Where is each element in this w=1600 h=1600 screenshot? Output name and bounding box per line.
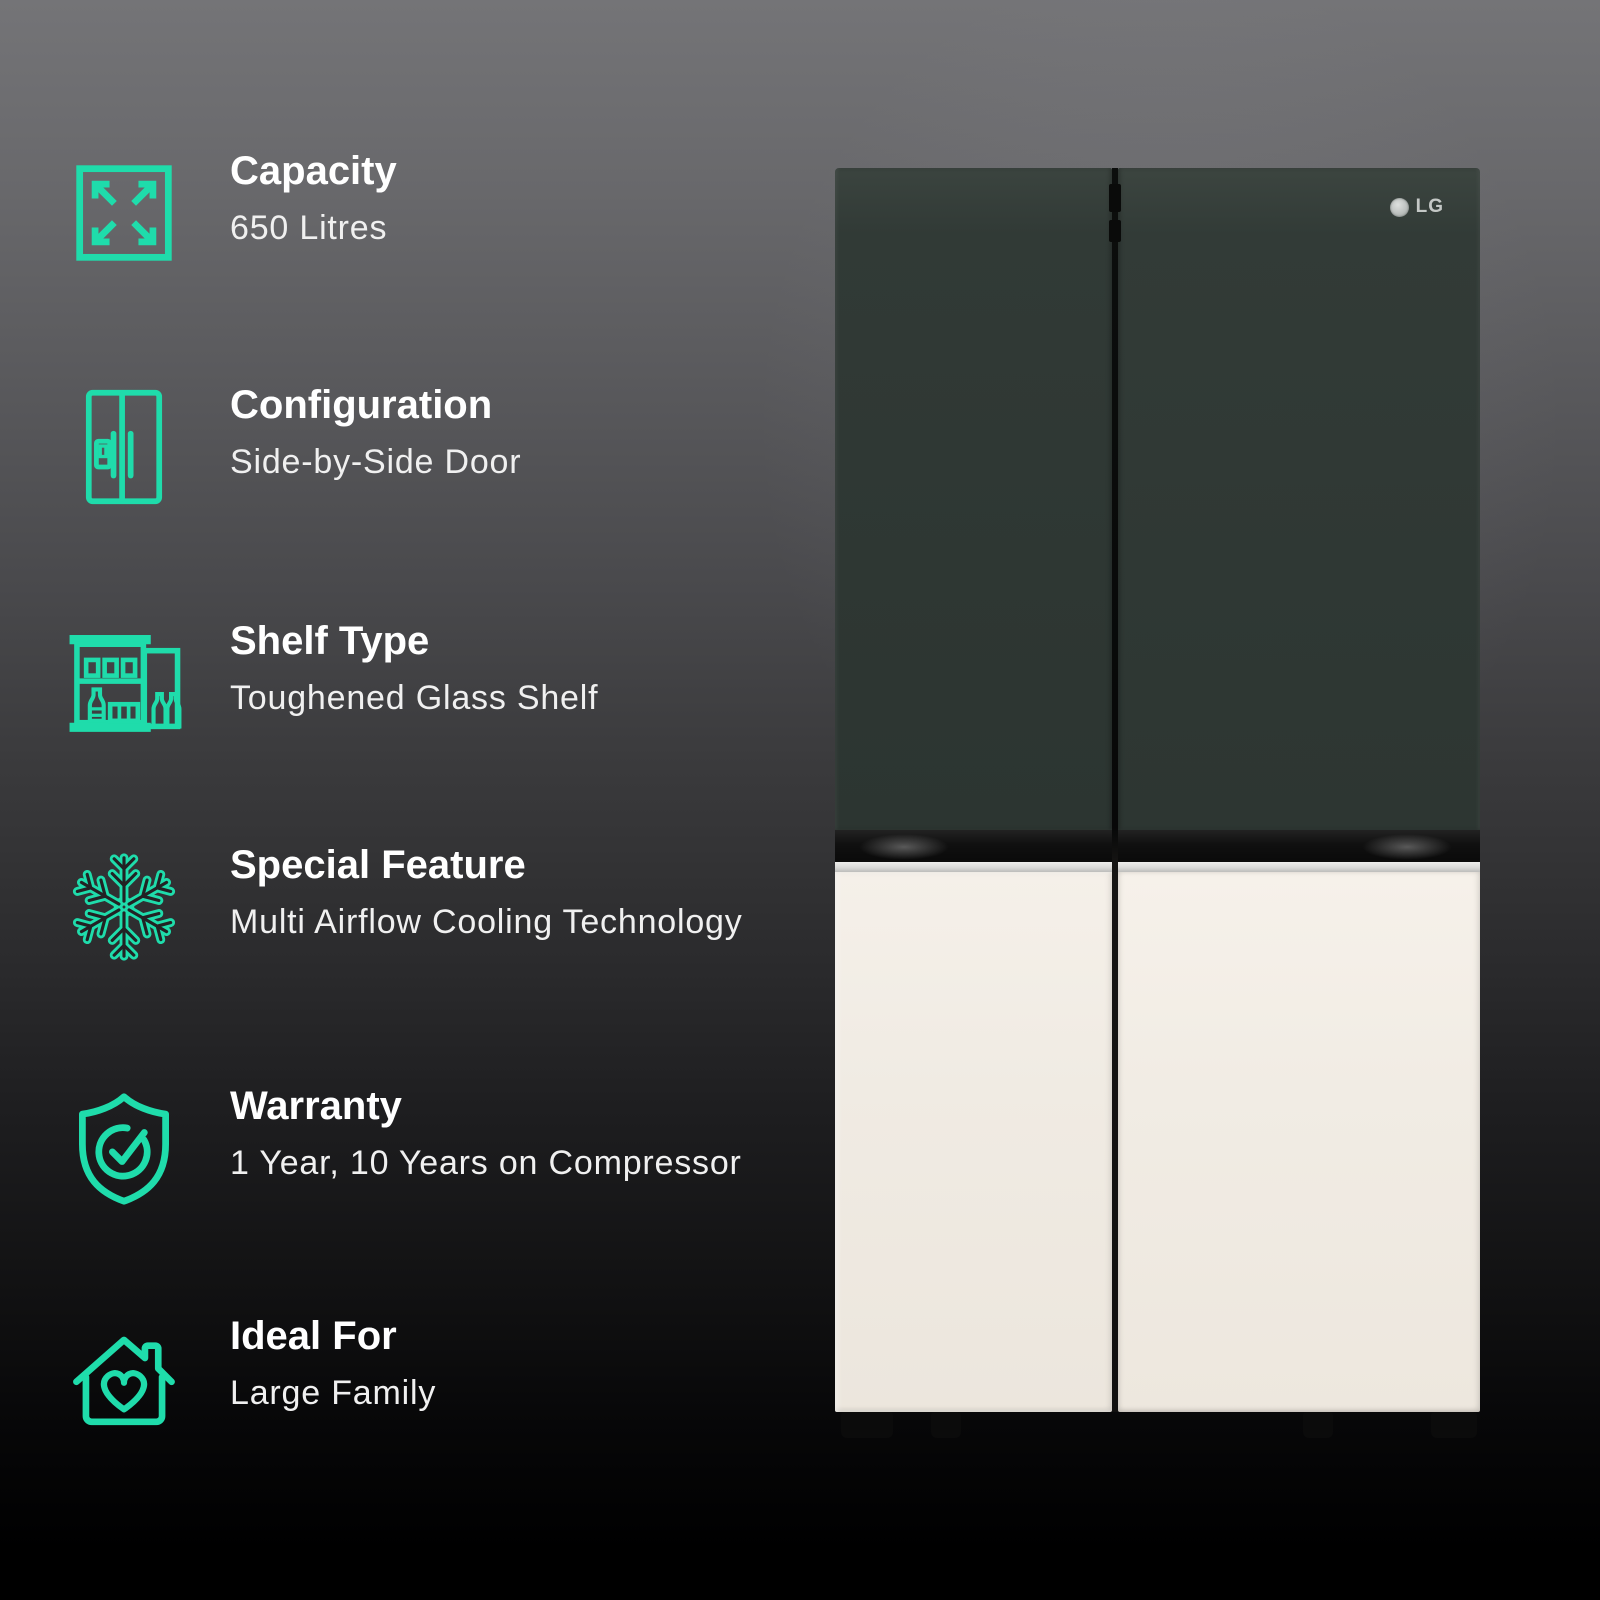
feature-value: 650 Litres [230, 209, 388, 247]
feature-value: Large Family [230, 1374, 437, 1412]
freezer-door-lower [835, 872, 1112, 1412]
caster-foot [931, 1412, 961, 1438]
snowflake-icon [64, 847, 184, 967]
silver-trim-left [835, 862, 1112, 872]
shield-check-icon [64, 1088, 184, 1208]
silver-trim-right [1118, 862, 1480, 872]
feature-title: Special Feature [230, 843, 526, 887]
handle-recess-right [1118, 830, 1480, 862]
fridge-door-upper: LG [1118, 168, 1480, 830]
center-hinge [1109, 184, 1121, 212]
house-heart-icon [64, 1318, 184, 1438]
freezer-door-upper [835, 168, 1112, 830]
caster-foot [1303, 1412, 1333, 1438]
lg-logo: LG [1389, 196, 1444, 218]
page-root: { "accent_color": "#1fdcab", "features":… [0, 0, 1600, 1600]
feature-value: Side-by-Side Door [230, 443, 522, 481]
lg-emblem-icon [1389, 197, 1409, 217]
door-gap [1112, 168, 1118, 1412]
handle-recess-left [835, 830, 1112, 862]
lg-wordmark: LG [1415, 196, 1444, 217]
feature-title: Configuration [230, 383, 493, 427]
feature-title: Ideal For [230, 1314, 397, 1358]
side-by-side-fridge-icon [64, 387, 184, 507]
feature-title: Capacity [230, 149, 397, 193]
caster-foot [1431, 1412, 1477, 1438]
fridge-door-lower [1118, 872, 1480, 1412]
refrigerator-photo: LG [835, 168, 1480, 1445]
center-hinge [1109, 220, 1121, 242]
caster-foot [841, 1412, 893, 1438]
feature-title: Shelf Type [230, 619, 430, 663]
feature-value: Multi Airflow Cooling Technology [230, 903, 743, 941]
feature-value: 1 Year, 10 Years on Compressor [230, 1144, 742, 1182]
capacity-expand-icon [64, 153, 184, 273]
shelf-bottles-icon [64, 623, 184, 743]
feature-value: Toughened Glass Shelf [230, 679, 599, 717]
feature-title: Warranty [230, 1084, 402, 1128]
